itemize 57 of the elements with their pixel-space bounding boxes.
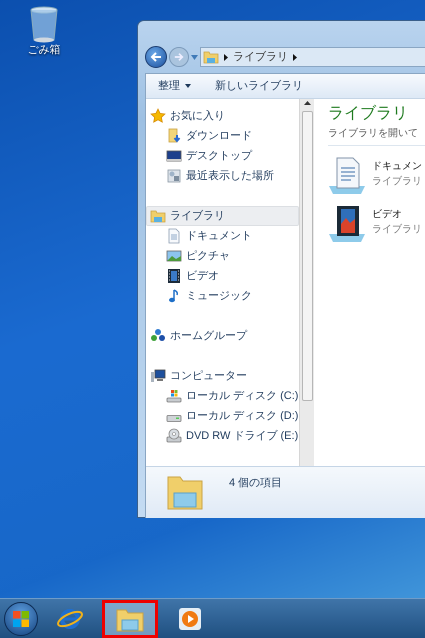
library-folder-icon	[150, 208, 166, 224]
item-count: 4 個の項目	[229, 476, 282, 491]
trash-bin-icon[interactable]	[29, 6, 59, 44]
library-subtitle: ライブラリを開いて	[328, 126, 419, 141]
folder-download-icon	[166, 128, 182, 144]
toolbar-button[interactable]: 新しいライブラリ	[215, 78, 303, 94]
arrow-up-icon[interactable]	[304, 101, 310, 105]
chevron-right-icon[interactable]	[293, 54, 297, 60]
taskbar-button[interactable]	[102, 600, 158, 638]
nav-item[interactable]: ダウンロード	[146, 126, 299, 146]
monitor-icon	[166, 148, 182, 164]
nav-item[interactable]: ローカル ディスク (C:)	[146, 386, 299, 406]
desktop-icon-label[interactable]: ごみ箱	[28, 44, 60, 58]
play-icon	[178, 606, 202, 630]
library-detail: ライブラリ	[372, 222, 422, 237]
document-library-icon	[327, 156, 367, 196]
dvd-drive-icon	[166, 428, 182, 444]
breadcrumb[interactable]: ライブラリ	[233, 48, 288, 66]
drive-icon	[166, 388, 182, 404]
arrow-left-icon	[150, 51, 162, 63]
back-button[interactable]	[145, 46, 167, 68]
star-icon	[150, 108, 166, 124]
nav-item[interactable]: デスクトップ	[146, 146, 299, 166]
nav-item[interactable]: DVD RW ドライブ (E:)	[146, 426, 299, 446]
nav-item[interactable]: ピクチャ	[146, 246, 299, 266]
library-item[interactable]: ビデオ ライブラリ	[327, 204, 425, 244]
nav-item[interactable]: 最近表示した場所	[146, 166, 299, 186]
drive-icon	[166, 415, 182, 422]
film-library-icon	[327, 204, 367, 244]
film-icon	[166, 268, 182, 284]
homegroup-icon	[150, 328, 166, 344]
picture-icon	[166, 248, 182, 264]
library-detail: ライブラリ	[372, 174, 422, 189]
recent-places-icon	[166, 168, 182, 184]
nav-item[interactable]: ビデオ	[146, 266, 299, 286]
nav-item[interactable]: ドキュメント	[146, 226, 299, 246]
library-folder-icon	[203, 49, 219, 65]
caret-icon[interactable]	[191, 54, 198, 60]
nav-item[interactable]: ローカル ディスク (D:)	[146, 406, 299, 426]
library-title: ライブラリ	[328, 104, 409, 124]
document-icon	[166, 228, 182, 244]
library-item[interactable]: ドキュメン ライブラリ	[327, 156, 425, 196]
nav-group-item[interactable]: お気に入り	[146, 106, 299, 126]
toolbar-button[interactable]: 整理	[158, 78, 191, 94]
start-button[interactable]	[4, 602, 38, 636]
nav-group-item[interactable]: ホームグループ	[146, 326, 299, 346]
windows-logo-icon	[12, 610, 30, 628]
nav-group-item[interactable]: ライブラリ	[146, 206, 299, 226]
nav-group-item[interactable]: コンピューター	[146, 366, 299, 386]
chevron-right-icon[interactable]	[224, 54, 228, 60]
scrollbar[interactable]	[299, 99, 314, 466]
arrow-right-icon	[174, 52, 184, 62]
address-bar[interactable]: ライブラリ	[200, 47, 425, 67]
computer-icon	[150, 368, 166, 384]
library-name: ビデオ	[372, 208, 403, 222]
library-name: ドキュメン	[372, 160, 422, 174]
nav-item[interactable]: ミュージック	[146, 286, 299, 306]
